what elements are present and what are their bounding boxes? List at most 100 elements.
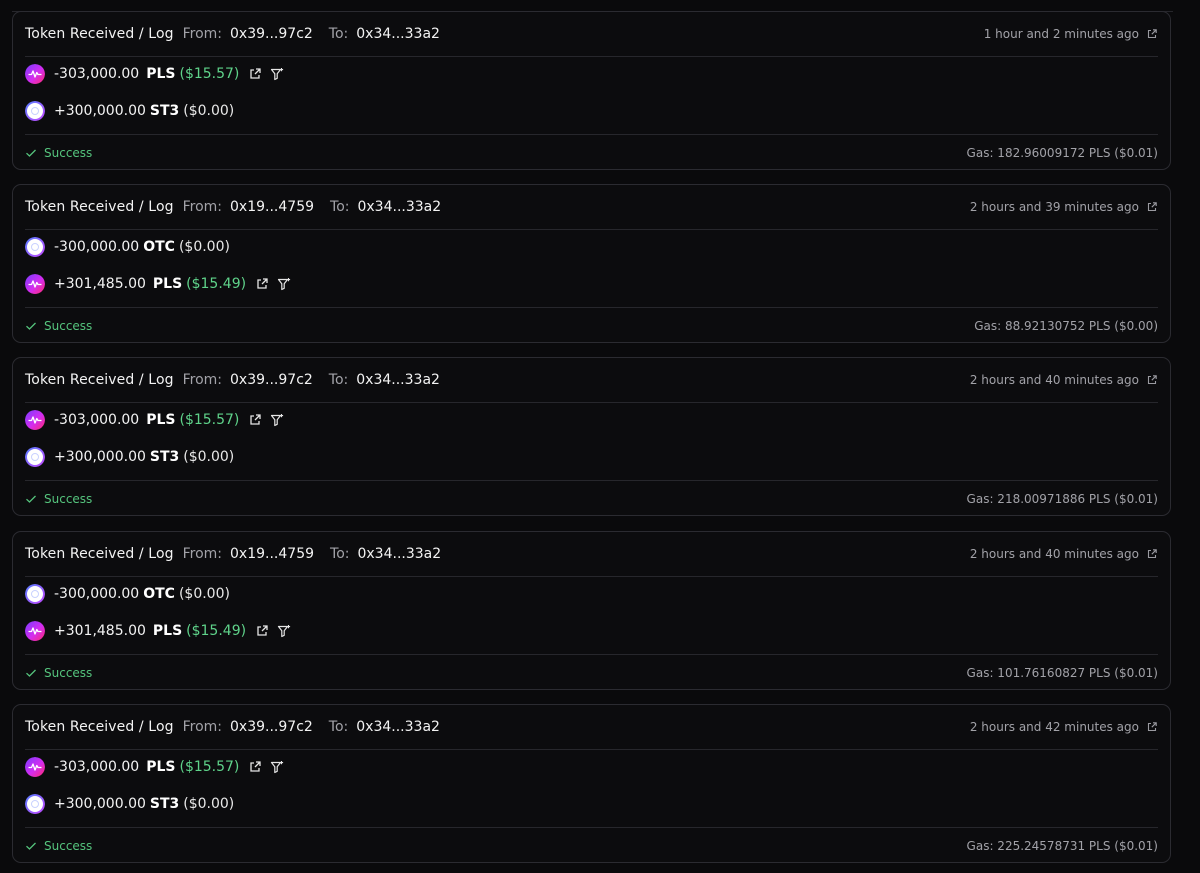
from-address[interactable]: 0x19...4759 <box>230 546 314 562</box>
st3-token-icon <box>25 101 45 121</box>
transaction-type: Token Received / Log <box>25 26 174 42</box>
usd-value: ($15.57) <box>179 66 240 82</box>
st3-token-icon <box>25 447 45 467</box>
transaction-card: Token Received / Log From: 0x19...4759 T… <box>12 184 1171 343</box>
status-badge: Success <box>25 319 92 333</box>
transaction-card: Token Received / Log From: 0x39...97c2 T… <box>12 357 1171 516</box>
to-address[interactable]: 0x34...33a2 <box>356 26 440 42</box>
to-address[interactable]: 0x34...33a2 <box>356 372 440 388</box>
card-header: Token Received / Log From: 0x39...97c2 T… <box>25 12 1158 57</box>
external-link-icon[interactable] <box>1146 28 1158 40</box>
card-header: Token Received / Log From: 0x39...97c2 T… <box>25 358 1158 403</box>
from-label: From: <box>182 719 223 735</box>
status-text: Success <box>44 146 93 160</box>
token-symbol: ST3 <box>149 103 180 119</box>
usd-value: ($15.49) <box>186 276 247 292</box>
external-link-icon[interactable] <box>248 413 262 427</box>
gas-fee: Gas: 225.24578731 PLS ($0.01) <box>966 839 1158 853</box>
to-address[interactable]: 0x34...33a2 <box>357 546 441 562</box>
token-transfer-row: +301,485.00 PLS ($15.49) <box>25 619 291 643</box>
card-footer: Success Gas: 182.96009172 PLS ($0.01) <box>25 134 1158 171</box>
filter-icon[interactable] <box>277 277 291 291</box>
external-link-icon[interactable] <box>248 760 262 774</box>
to-label: To: <box>328 26 349 42</box>
token-amount: -303,000.00 <box>54 412 140 428</box>
filter-icon[interactable] <box>270 760 284 774</box>
token-symbol: PLS <box>152 623 183 639</box>
token-amount: +301,485.00 <box>54 623 146 639</box>
card-header: Token Received / Log From: 0x39...97c2 T… <box>25 705 1158 750</box>
pls-token-icon <box>25 410 45 430</box>
token-transfer-row: +300,000.00 ST3 ($0.00) <box>25 445 234 469</box>
transaction-time-link[interactable]: 2 hours and 42 minutes ago <box>970 720 1158 734</box>
transaction-time-link[interactable]: 2 hours and 40 minutes ago <box>970 547 1158 561</box>
status-badge: Success <box>25 146 92 160</box>
token-transfer-row: +300,000.00 ST3 ($0.00) <box>25 99 234 123</box>
filter-icon[interactable] <box>270 413 284 427</box>
from-address[interactable]: 0x39...97c2 <box>230 26 313 42</box>
external-link-icon[interactable] <box>1146 721 1158 733</box>
gas-fee: Gas: 101.76160827 PLS ($0.01) <box>966 666 1158 680</box>
filter-icon[interactable] <box>277 624 291 638</box>
from-label: From: <box>182 26 223 42</box>
token-symbol: PLS <box>146 759 176 775</box>
token-amount: -303,000.00 <box>54 66 140 82</box>
to-address[interactable]: 0x34...33a2 <box>357 199 441 215</box>
token-transfer-row: -303,000.00 PLS ($15.57) <box>25 62 284 86</box>
usd-value: ($15.49) <box>186 623 247 639</box>
usd-value: ($0.00) <box>183 796 235 812</box>
transaction-card: Token Received / Log From: 0x39...97c2 T… <box>12 11 1171 170</box>
status-badge: Success <box>25 492 92 506</box>
external-link-icon[interactable] <box>1146 201 1158 213</box>
usd-value: ($15.57) <box>179 412 240 428</box>
token-amount: -303,000.00 <box>54 759 140 775</box>
card-footer: Success Gas: 101.76160827 PLS ($0.01) <box>25 654 1158 691</box>
to-address[interactable]: 0x34...33a2 <box>356 719 440 735</box>
token-transfer-row: -303,000.00 PLS ($15.57) <box>25 755 284 779</box>
card-header: Token Received / Log From: 0x19...4759 T… <box>25 532 1158 577</box>
st3-token-icon <box>25 794 45 814</box>
external-link-icon[interactable] <box>1146 548 1158 560</box>
from-address[interactable]: 0x19...4759 <box>230 199 314 215</box>
transaction-type: Token Received / Log <box>25 372 174 388</box>
token-symbol: OTC <box>143 586 175 602</box>
pls-token-icon <box>25 64 45 84</box>
otc-token-icon <box>25 237 45 257</box>
token-amount: +301,485.00 <box>54 276 146 292</box>
timestamp: 2 hours and 42 minutes ago <box>969 720 1139 734</box>
from-label: From: <box>182 372 223 388</box>
to-label: To: <box>328 719 349 735</box>
external-link-icon[interactable] <box>1146 374 1158 386</box>
usd-value: ($0.00) <box>183 103 235 119</box>
to-label: To: <box>330 546 350 562</box>
token-amount: +300,000.00 <box>54 103 146 119</box>
check-icon <box>26 149 36 157</box>
transaction-time-link[interactable]: 2 hours and 40 minutes ago <box>970 373 1158 387</box>
transaction-type: Token Received / Log <box>25 546 174 562</box>
token-transfer-row: -300,000.00 OTC ($0.00) <box>25 582 230 606</box>
gas-fee: Gas: 88.92130752 PLS ($0.00) <box>974 319 1158 333</box>
token-symbol: PLS <box>146 66 176 82</box>
token-symbol: PLS <box>146 412 176 428</box>
usd-value: ($0.00) <box>178 239 230 255</box>
from-address[interactable]: 0x39...97c2 <box>230 719 313 735</box>
gas-fee: Gas: 218.00971886 PLS ($0.01) <box>966 492 1158 506</box>
check-icon <box>26 495 36 503</box>
external-link-icon[interactable] <box>255 624 269 638</box>
status-text: Success <box>44 666 93 680</box>
card-footer: Success Gas: 218.00971886 PLS ($0.01) <box>25 480 1158 517</box>
to-label: To: <box>328 372 349 388</box>
token-symbol: ST3 <box>149 796 180 812</box>
usd-value: ($15.57) <box>179 759 240 775</box>
token-amount: -300,000.00 <box>54 239 140 255</box>
external-link-icon[interactable] <box>255 277 269 291</box>
status-text: Success <box>44 319 93 333</box>
token-amount: -300,000.00 <box>54 586 140 602</box>
external-link-icon[interactable] <box>248 67 262 81</box>
transaction-time-link[interactable]: 2 hours and 39 minutes ago <box>970 200 1158 214</box>
transaction-time-link[interactable]: 1 hour and 2 minutes ago <box>984 27 1158 41</box>
filter-icon[interactable] <box>270 67 284 81</box>
token-transfer-row: -300,000.00 OTC ($0.00) <box>25 235 230 259</box>
from-address[interactable]: 0x39...97c2 <box>230 372 313 388</box>
token-transfer-row: -303,000.00 PLS ($15.57) <box>25 408 284 432</box>
